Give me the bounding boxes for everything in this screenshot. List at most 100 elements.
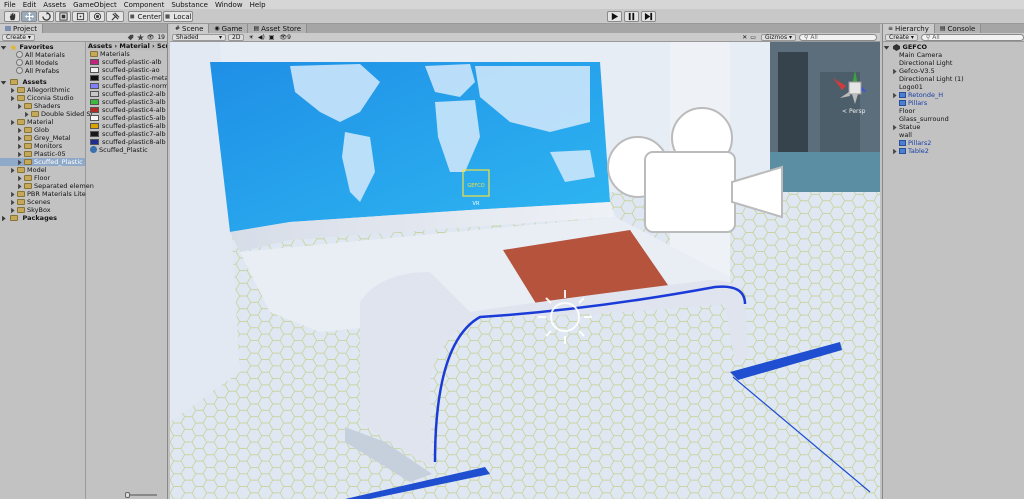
menu-help[interactable]: Help [250, 1, 266, 9]
asset-folder[interactable]: Floor [0, 174, 85, 182]
hierarchy-item-label: Gefco-V3.5 [899, 67, 935, 75]
hierarchy-item[interactable]: wall [883, 131, 1024, 139]
favorite-item[interactable]: All Materials [0, 51, 85, 59]
tools-settings-icon[interactable]: ✕ [742, 34, 747, 41]
scene-root[interactable]: GEFCO [883, 43, 1024, 51]
breadcrumb-item[interactable]: Assets [88, 42, 112, 50]
asset-file[interactable]: scuffed-plastic2-alb [87, 90, 167, 98]
asset-file[interactable]: scuffed-plastic8-alb [87, 138, 167, 146]
persp-label[interactable]: < Persp [842, 108, 865, 115]
zoom-slider[interactable] [125, 492, 157, 498]
asset-folder[interactable]: Model [0, 166, 85, 174]
asset-file[interactable]: scuffed-plastic-alb [87, 58, 167, 66]
asset-file[interactable]: scuffed-plastic-metal [87, 74, 167, 82]
hierarchy-item[interactable]: Directional Light (1) [883, 75, 1024, 83]
asset-folder[interactable]: Grey_Metal [0, 134, 85, 142]
hierarchy-item[interactable]: Main Camera [883, 51, 1024, 59]
hierarchy-item[interactable]: Gefco-V3.5 [883, 67, 1024, 75]
menu-edit[interactable]: Edit [23, 1, 37, 9]
zoom-slider-handle[interactable] [125, 492, 130, 498]
tab-game[interactable]: ◉ Game [209, 24, 249, 33]
asset-file[interactable]: scuffed-plastic4-alb [87, 106, 167, 114]
label-filter-icon[interactable] [127, 34, 134, 41]
hierarchy-create-button[interactable]: Create ▾ [885, 33, 918, 41]
material-sphere-icon [90, 146, 97, 153]
tab-hierarchy[interactable]: ≡ Hierarchy [883, 24, 935, 33]
tab-console[interactable]: ▤ Console [934, 24, 982, 33]
menu-gameobject[interactable]: GameObject [73, 1, 117, 9]
pivot-local-button[interactable]: Local [163, 11, 193, 22]
step-button[interactable] [641, 11, 656, 22]
rotate-tool-button[interactable] [38, 11, 54, 22]
gizmos-dropdown[interactable]: Gizmos ▾ [760, 33, 796, 41]
asset-folder[interactable]: Scuffed_Plastic [0, 158, 85, 166]
transform-tool-button[interactable] [89, 11, 105, 22]
shading-mode-dropdown[interactable]: Shaded ▾ [172, 33, 226, 41]
assets-header[interactable]: Assets [0, 78, 85, 86]
asset-folder[interactable]: Material [0, 118, 85, 126]
scene-viewport[interactable]: GEFCO VR < Persp [170, 42, 880, 499]
favorite-item[interactable]: All Prefabs [0, 67, 85, 75]
audio-icon[interactable]: ◀) [258, 34, 265, 41]
asset-file[interactable]: Materials [87, 50, 167, 58]
play-button[interactable] [607, 11, 622, 22]
favorites-header[interactable]: Favorites [0, 43, 85, 51]
custom-tool-button[interactable] [106, 11, 124, 22]
asset-file[interactable]: scuffed-plastic-ao [87, 66, 167, 74]
hierarchy-item[interactable]: Retonde_H [883, 91, 1024, 99]
hierarchy-item[interactable]: Statue [883, 123, 1024, 131]
camera-settings-icon[interactable]: ▭ [750, 34, 756, 41]
asset-folder[interactable]: Plastic-05 [0, 150, 85, 158]
asset-file[interactable]: scuffed-plastic7-alb [87, 130, 167, 138]
hierarchy-item[interactable]: Directional Light [883, 59, 1024, 67]
asset-folder[interactable]: Double Sided Sl [0, 110, 92, 118]
tab-scene[interactable]: # Scene [170, 24, 210, 33]
asset-folder[interactable]: Ciconia Studio [0, 94, 85, 102]
packages-header[interactable]: Packages [0, 214, 85, 222]
menu-component[interactable]: Component [124, 1, 165, 9]
scale-tool-button[interactable] [55, 11, 71, 22]
hand-tool-button[interactable] [4, 11, 20, 22]
favorite-item[interactable]: All Models [0, 59, 85, 67]
tab-project[interactable]: Project [0, 24, 43, 33]
breadcrumb-item[interactable]: Material [119, 42, 149, 50]
asset-folder[interactable]: Scenes [0, 198, 85, 206]
rect-tool-button[interactable] [72, 11, 88, 22]
asset-folder[interactable]: SkyBox [0, 206, 85, 214]
lighting-icon[interactable]: ☀ [248, 34, 253, 41]
hierarchy-item[interactable]: Table2 [883, 147, 1024, 155]
asset-folder[interactable]: Monitors [0, 142, 85, 150]
menu-substance[interactable]: Substance [171, 1, 208, 9]
hierarchy-item[interactable]: Logo01 [883, 83, 1024, 91]
asset-folder[interactable]: Shaders [0, 102, 85, 110]
asset-folder[interactable]: Allegorithmic [0, 86, 85, 94]
asset-file[interactable]: scuffed-plastic-normal [87, 82, 167, 90]
tab-asset-store[interactable]: ▤ Asset Store [248, 24, 308, 33]
asset-folder[interactable]: Glob [0, 126, 85, 134]
hierarchy-item[interactable]: Pillars [883, 99, 1024, 107]
grid-icon: # [175, 25, 181, 32]
pause-button[interactable] [624, 11, 639, 22]
scene-search-input[interactable]: ⚲ All [799, 33, 877, 41]
2d-toggle[interactable]: 2D [228, 33, 245, 41]
hierarchy-search-input[interactable]: ⚲ All [920, 33, 1024, 41]
pivot-center-button[interactable]: Center [128, 11, 162, 22]
menu-assets[interactable]: Assets [43, 1, 66, 9]
asset-file[interactable]: scuffed-plastic6-alb [87, 122, 167, 130]
asset-file[interactable]: Scuffed_Plastic [87, 146, 167, 154]
hidden-objects-icon[interactable]: 👁 [279, 34, 287, 41]
asset-file[interactable]: scuffed-plastic5-alb [87, 114, 167, 122]
asset-file[interactable]: scuffed-plastic3-alb [87, 98, 167, 106]
move-tool-button[interactable] [21, 11, 37, 22]
hierarchy-item[interactable]: Floor [883, 107, 1024, 115]
favorite-star-icon[interactable] [136, 33, 144, 41]
effects-icon[interactable]: ▣ [269, 34, 275, 41]
project-create-button[interactable]: Create ▾ [2, 33, 35, 41]
asset-folder[interactable]: PBR Materials Lite [0, 190, 86, 198]
menu-file[interactable]: File [4, 1, 16, 9]
breadcrumb-item[interactable]: Scuffed [157, 42, 167, 50]
hierarchy-item[interactable]: Pillars2 [883, 139, 1024, 147]
asset-folder[interactable]: Separated elemen [0, 182, 94, 190]
hierarchy-item[interactable]: Glass_surround [883, 115, 1024, 123]
menu-window[interactable]: Window [215, 1, 243, 9]
